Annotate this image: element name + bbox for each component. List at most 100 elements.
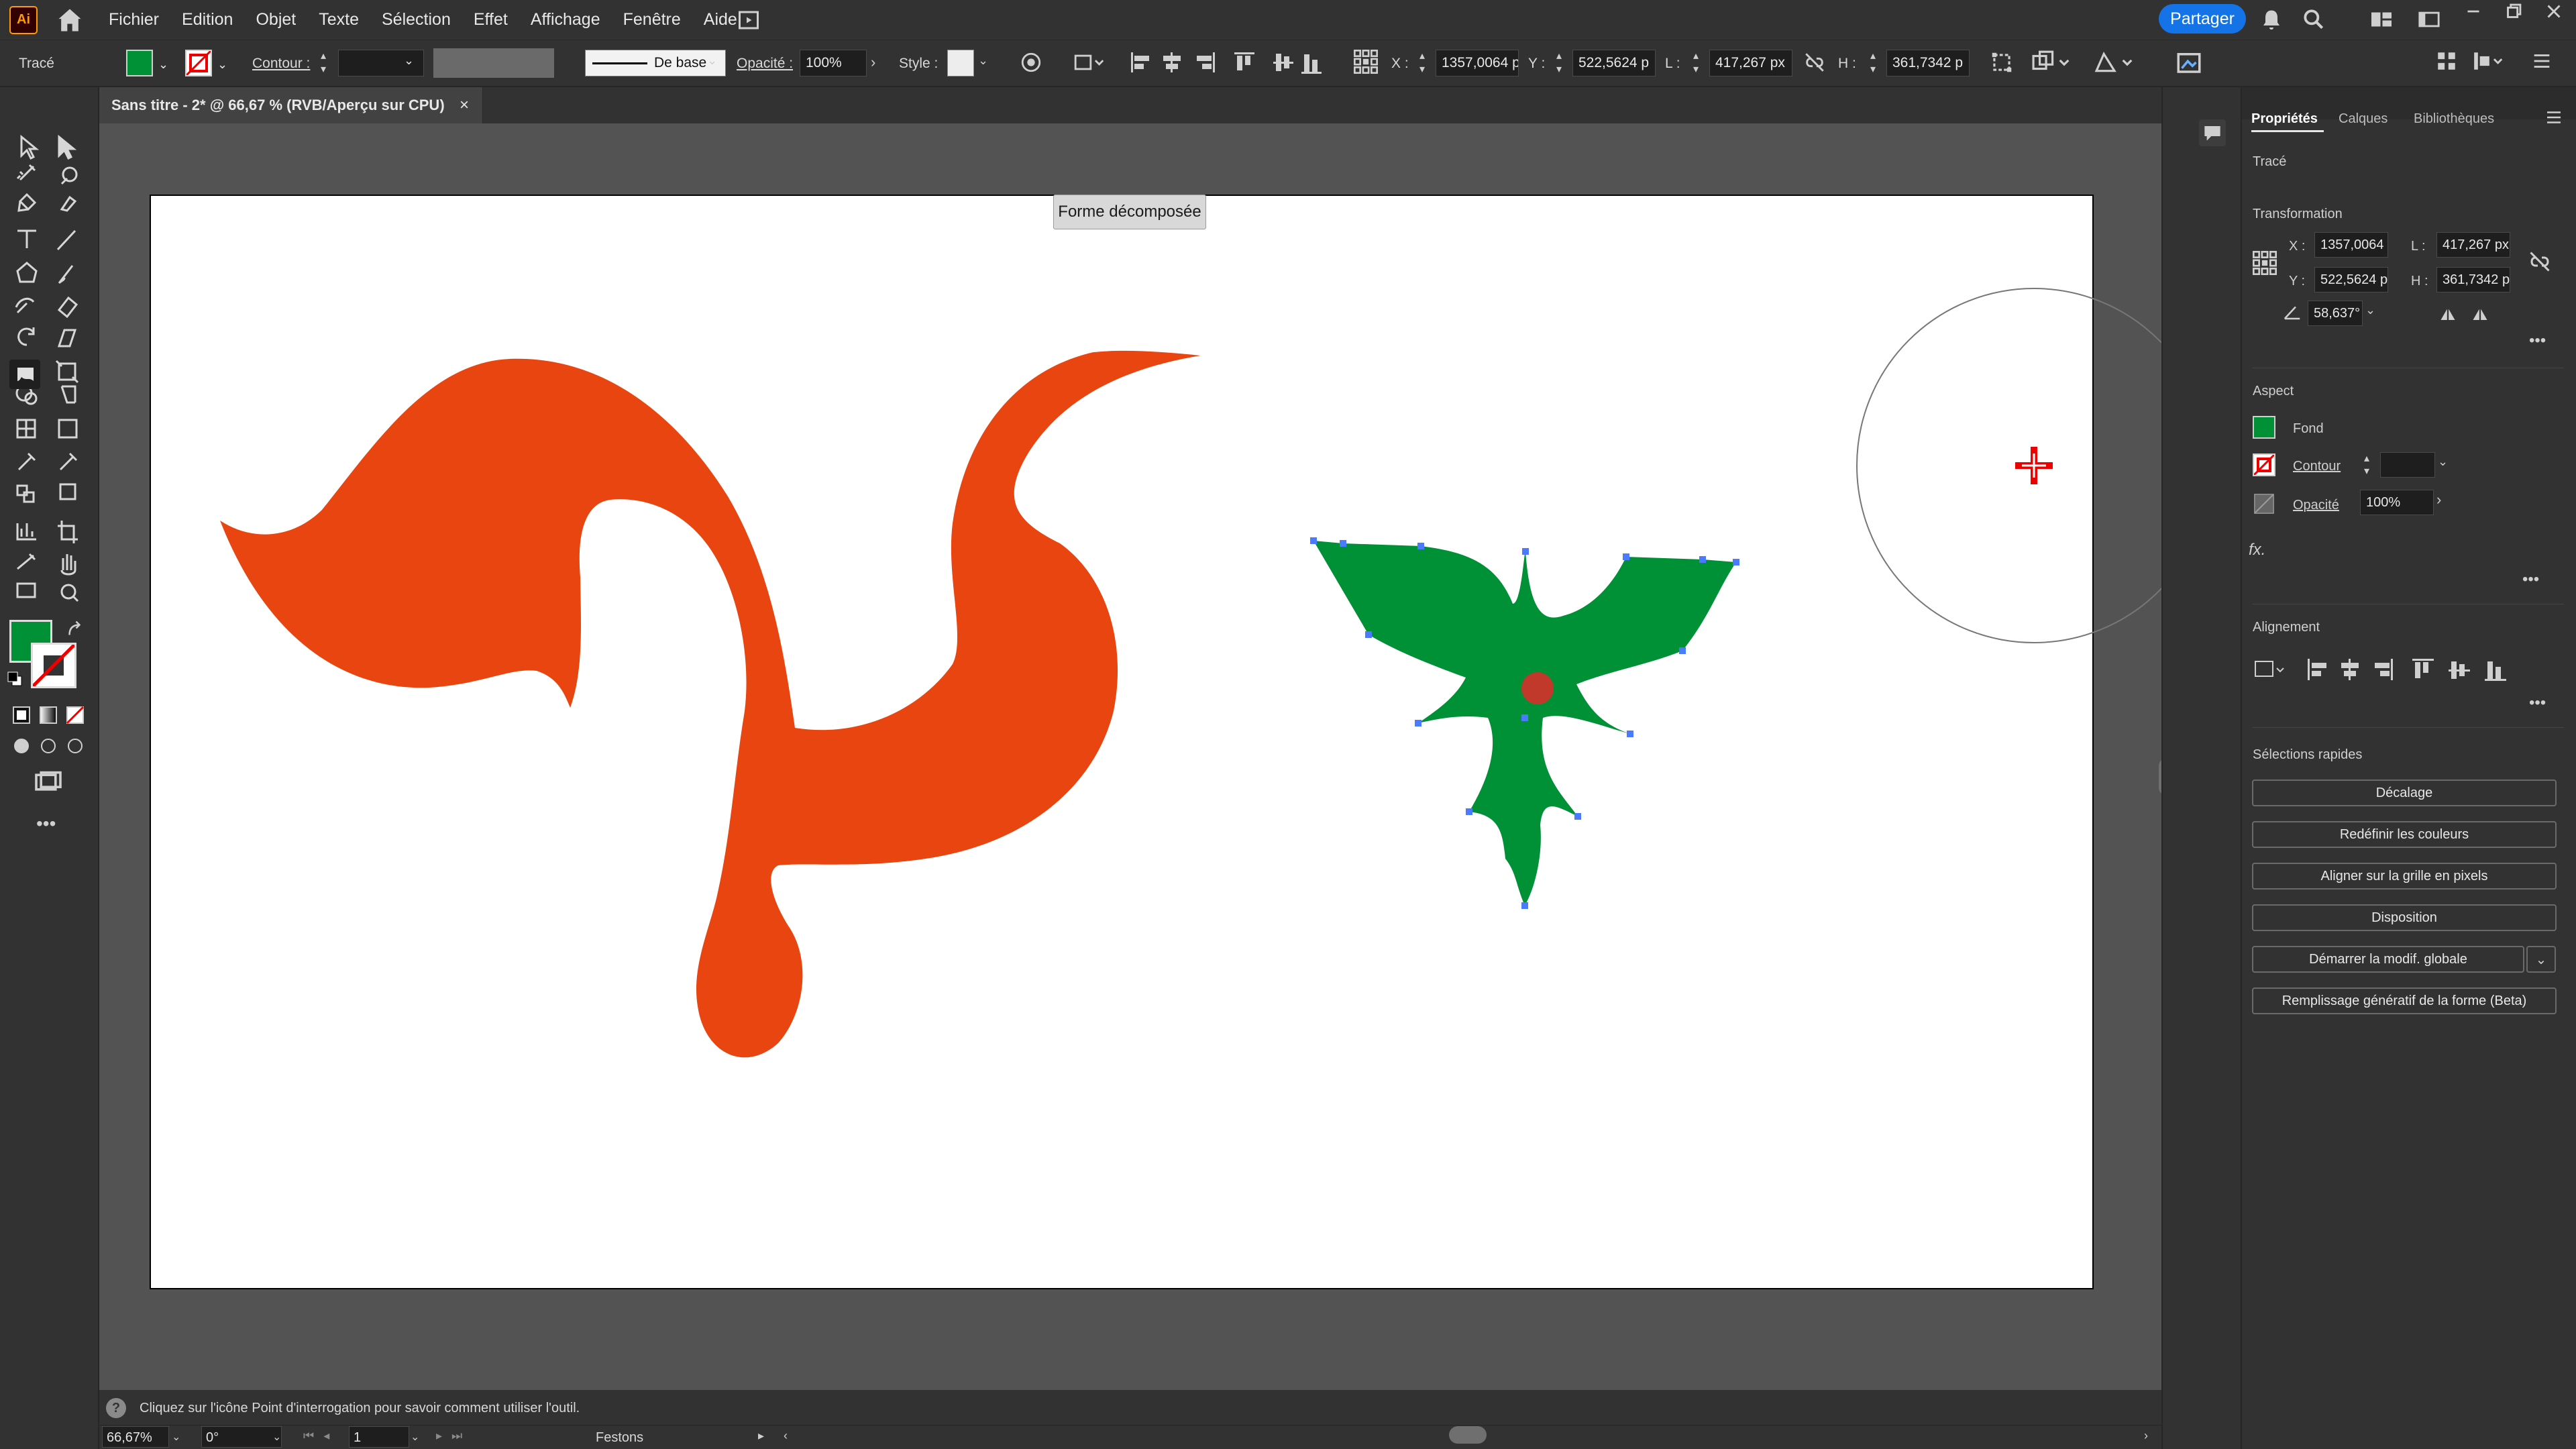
status-menu-arrow-icon[interactable]: ▸ xyxy=(758,1429,764,1443)
horizontal-scroll-thumb[interactable] xyxy=(1449,1426,1487,1444)
aspect-opacity-flyout-icon[interactable]: › xyxy=(2436,491,2441,508)
prop-x-label: X : xyxy=(2289,239,2306,254)
anchor-point[interactable] xyxy=(1415,720,1421,727)
opacity-checker-icon xyxy=(2253,492,2275,515)
anchor-point[interactable] xyxy=(1522,548,1529,555)
prop-w-input[interactable]: 417,267 px xyxy=(2436,232,2510,258)
aspect-opacity-input[interactable]: 100% xyxy=(2360,490,2434,515)
anchor-point[interactable] xyxy=(1627,731,1633,737)
active-tab-underline xyxy=(2251,130,2324,132)
close-window-icon[interactable] xyxy=(2542,0,2565,23)
artboard-next-buttons[interactable]: ▸⏭ xyxy=(436,1429,472,1443)
restore-icon[interactable] xyxy=(2502,0,2525,23)
transform-more-icon[interactable]: ••• xyxy=(2529,331,2546,350)
aspect-opacity-label[interactable]: Opacité xyxy=(2293,498,2339,513)
transformation-title: Transformation xyxy=(2253,207,2343,221)
aspect-stroke-stepper[interactable]: ▴ ▾ xyxy=(2364,452,2376,479)
workspace-switcher-icon[interactable] xyxy=(2369,9,2394,30)
anchor-point[interactable] xyxy=(1365,631,1372,638)
rotation-view-input[interactable]: 0° xyxy=(201,1426,282,1448)
tab-layers[interactable]: Calques xyxy=(2339,111,2387,127)
prop-y-label: Y : xyxy=(2289,274,2306,288)
prop-h-label: H : xyxy=(2411,274,2428,288)
tab-libraries[interactable]: Bibliothèques xyxy=(2414,111,2494,127)
aspect-title: Aspect xyxy=(2253,384,2294,398)
panels-icon[interactable] xyxy=(2418,9,2440,30)
fx-effects-button[interactable]: fx. xyxy=(2249,541,2265,559)
reference-point-grid-icon[interactable] xyxy=(2251,250,2278,276)
recolor-button[interactable]: Redéfinir les couleurs xyxy=(2252,821,2557,848)
tool-brush-circle xyxy=(1856,288,2161,643)
image-trace-icon[interactable] xyxy=(2175,48,2203,76)
comments-icon[interactable] xyxy=(2199,119,2226,146)
prop-h-input[interactable]: 361,7342 p xyxy=(2436,267,2510,292)
anchor-point[interactable] xyxy=(1733,559,1739,566)
minimize-icon[interactable] xyxy=(2462,0,2485,23)
panel-menu-icon[interactable] xyxy=(2544,107,2564,127)
artboard-number-input[interactable]: 1 xyxy=(349,1426,409,1448)
artboard-dropdown-icon[interactable]: ⌄ xyxy=(411,1430,419,1444)
prop-w-label: L : xyxy=(2411,239,2426,254)
rotation-input[interactable]: 58,637° xyxy=(2308,301,2363,326)
anchor-point[interactable] xyxy=(1521,714,1528,721)
anchor-point[interactable] xyxy=(1574,813,1581,820)
anchor-point[interactable] xyxy=(1699,556,1706,563)
center-point xyxy=(1521,672,1554,704)
anchor-point[interactable] xyxy=(1623,553,1629,560)
aspect-stroke-weight-input[interactable] xyxy=(2380,452,2435,478)
alignment-more-icon[interactable]: ••• xyxy=(2529,694,2546,712)
anchor-point[interactable] xyxy=(1521,902,1528,909)
anchor-point[interactable] xyxy=(1340,540,1346,547)
rotation-view-dropdown-icon[interactable]: ⌄ xyxy=(272,1430,281,1444)
crosshair-cursor-icon xyxy=(2015,447,2053,484)
collapsed-panel-dock xyxy=(2161,87,2241,1449)
hscroll-left-icon[interactable]: ‹ xyxy=(784,1429,788,1443)
arrange-button[interactable]: Disposition xyxy=(2252,904,2557,931)
anchor-point[interactable] xyxy=(1310,537,1317,544)
quick-actions-title: Sélections rapides xyxy=(2253,747,2363,762)
control-bar-menu-icon[interactable] xyxy=(2530,50,2553,72)
aspect-stroke-label[interactable]: Contour xyxy=(2293,459,2341,474)
zoom-input[interactable]: 66,67% xyxy=(102,1426,169,1448)
aspect-stroke-swatch[interactable] xyxy=(2253,453,2275,476)
prop-x-input[interactable]: 1357,0064 xyxy=(2314,232,2388,258)
anchor-point[interactable] xyxy=(1466,808,1472,815)
aspect-more-icon[interactable]: ••• xyxy=(2522,570,2539,589)
arrange-icon[interactable] xyxy=(2470,50,2505,72)
aspect-stroke-dropdown-icon[interactable]: ⌄ xyxy=(2438,455,2448,469)
flip-horizontal-icon[interactable] xyxy=(2438,306,2458,325)
rotate-angle-icon xyxy=(2282,302,2302,322)
anchor-point[interactable] xyxy=(1679,647,1686,654)
prop-y-input[interactable]: 522,5624 p xyxy=(2314,267,2388,292)
global-edit-dropdown-icon[interactable]: ⌄ xyxy=(2526,946,2556,973)
divider xyxy=(2253,727,2564,728)
flip-vertical-icon[interactable] xyxy=(2470,306,2490,325)
aspect-fill-swatch[interactable] xyxy=(2253,416,2275,439)
start-global-edit-button[interactable]: Démarrer la modif. globale xyxy=(2252,946,2524,973)
link-proportions-icon[interactable] xyxy=(2528,250,2552,274)
distribute-icon[interactable] xyxy=(2435,50,2458,72)
generative-shape-fill-button[interactable]: Remplissage génératif de la forme (Beta) xyxy=(2252,987,2557,1014)
orange-wavy-shape[interactable] xyxy=(220,350,1201,1058)
current-tool-name: Festons xyxy=(596,1430,644,1445)
align-pixel-grid-button[interactable]: Aligner sur la grille en pixels xyxy=(2252,863,2557,890)
green-star-shape[interactable] xyxy=(1313,541,1736,906)
alignment-title: Alignement xyxy=(2253,620,2320,635)
rotation-dropdown-icon[interactable]: ⌄ xyxy=(2365,303,2375,317)
aspect-fill-label: Fond xyxy=(2293,421,2324,436)
anchor-point[interactable] xyxy=(1417,543,1424,549)
selection-type-label: Tracé xyxy=(2253,154,2287,169)
artboard-prev-buttons[interactable]: ⏮◂ xyxy=(303,1429,339,1443)
zoom-dropdown-icon[interactable]: ⌄ xyxy=(172,1430,180,1444)
help-text: Cliquez sur l'icône Point d'interrogatio… xyxy=(140,1401,580,1415)
help-question-icon[interactable]: ? xyxy=(106,1398,126,1418)
tab-properties[interactable]: Propriétés xyxy=(2251,111,2318,127)
offset-path-button[interactable]: Décalage xyxy=(2252,780,2557,806)
share-button[interactable]: Partager xyxy=(2159,4,2246,34)
search-icon[interactable] xyxy=(2301,7,2326,32)
tool-tooltip: Forme décomposée xyxy=(1053,195,1206,229)
hscroll-right-icon[interactable]: › xyxy=(2144,1429,2148,1443)
bell-icon[interactable] xyxy=(2259,7,2284,32)
properties-panel xyxy=(2241,87,2576,1449)
alignment-buttons[interactable] xyxy=(2251,655,2546,684)
